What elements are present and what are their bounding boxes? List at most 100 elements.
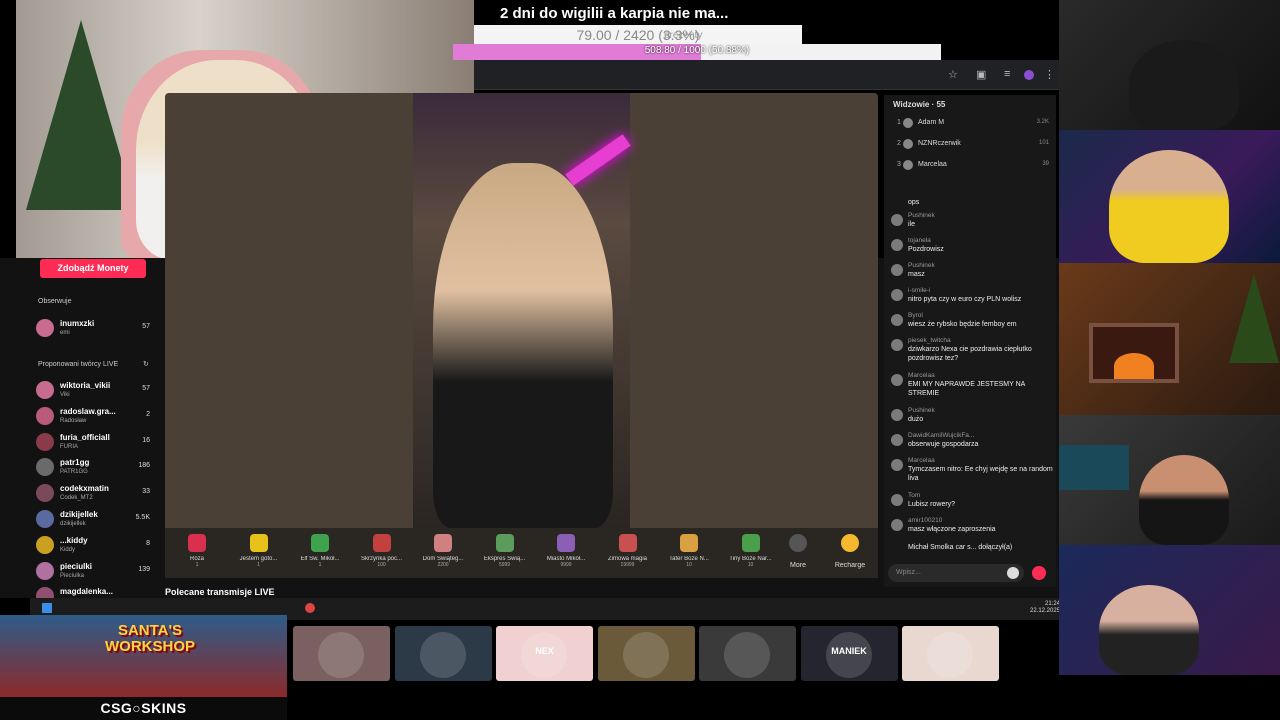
chat-text: ile [908,221,916,228]
gift-item[interactable]: Elf Św. Mikoł... 1 [292,532,348,576]
chat-username: piesek_twitcha [908,337,951,344]
viewer-item[interactable]: 2 NZNRczerwik 101 [897,137,1049,151]
avatar [891,264,903,276]
bottom-cam-tile[interactable] [293,626,390,681]
chat-text: dziwkarzo Nexa cie pozdrawia ciepłutko p… [908,346,1032,362]
bottom-cam-tile[interactable] [394,626,492,681]
avatar [891,409,903,421]
suggested-item[interactable]: codekxmatin Codek_MT2 33 [36,482,156,506]
gift-icon [557,534,575,552]
star-icon[interactable]: ☆ [948,68,958,81]
gift-item[interactable]: Róża 1 [169,532,225,576]
recharge-button[interactable]: Recharge [822,532,878,576]
viewer-score: 101 [1038,140,1049,146]
chrome-icon[interactable] [305,603,315,613]
gift-item[interactable]: Zimowa magia 19999 [600,532,656,576]
suggested-item[interactable]: ...kiddy Kiddy 8 [36,534,156,558]
chat-username: Byrol [908,312,923,319]
gift-icon [311,534,329,552]
chat-text: dużo [908,416,924,423]
avatar [891,434,903,446]
goal-progress-bar: 508.80 / 1000 (50.88%) [453,44,941,60]
playlist-icon[interactable]: ≡ [1004,68,1010,80]
suggested-item[interactable]: radoslaw.gra... Radosław 2 [36,405,156,429]
chat-input[interactable]: Wpisz... [888,564,1024,582]
bottom-cam-tile[interactable] [699,626,796,681]
suggested-name: patr1gg [60,458,90,468]
get-coins-button[interactable]: Zdobądź Monety [40,259,146,278]
viewer-count: 2 [146,410,150,418]
gift-item[interactable]: Dom Świąteg... 2200 [415,532,471,576]
gift-item[interactable]: Skrzynka poc... 100 [354,532,410,576]
refresh-icon[interactable]: ↻ [143,360,149,368]
taskbar-clock: 21:24 22.12.2025 [1030,601,1060,615]
suggested-sub: Radosław [60,417,87,424]
suggested-item[interactable]: furia_officiall FURIA 16 [36,431,156,455]
avatar [36,510,54,528]
gift-heart-icon[interactable] [1032,566,1046,580]
emoji-icon[interactable] [1007,567,1019,579]
menu-icon[interactable]: ⋮ [1044,68,1055,81]
suggested-item[interactable]: pieciulki Pieciulka 139 [36,560,156,584]
profile-icon[interactable] [1024,70,1034,80]
chat-username: Pushinek [908,407,935,414]
viewer-item[interactable]: 1 Adam M 3.2K [897,116,1049,130]
coin-icon [841,534,859,552]
cam-avatar [724,632,770,678]
avatar [891,289,903,301]
right-cam-1 [1059,0,1280,130]
gift-item[interactable]: Ekspres Świą... 5999 [477,532,533,576]
suggested-item[interactable]: patr1gg PATR1GG 186 [36,456,156,480]
bottom-cam-tile[interactable]: NEX [496,626,593,681]
taskbar-date: 22.12.2025 [1030,608,1061,614]
bottom-cam-tile[interactable] [597,626,695,681]
gift-item[interactable]: Jestem goto... 1 [231,532,287,576]
fire [1114,353,1154,379]
chat-username: Pushinek [908,212,935,219]
gift-icon [188,534,206,552]
suggested-sub: Pieciulka [60,572,85,579]
avatar [891,339,903,351]
neon-light [565,134,631,186]
gift-item[interactable]: Miasto Mikoł... 9999 [538,532,594,576]
chat-username: tojanela [908,237,931,244]
person-figure [1139,455,1229,545]
chat-text: obserwuje gospodarza [908,441,979,448]
bottom-cam-tile[interactable] [902,626,999,681]
bottom-cam-tile[interactable]: MANIEK [800,626,898,681]
followed-item[interactable]: inumxzki emi 57 [36,317,156,341]
chat-text: nitro pyta czy w euro czy PLN wolisz [908,296,1022,303]
chat-username: Marcelaa [908,457,935,464]
viewer-item[interactable]: 3 Marcelaa 39 [897,158,1049,172]
gift-icon [618,534,637,552]
chat-username: amir100210 [908,517,943,524]
chat-username: Marcelaa [908,372,935,379]
viewer-name: NZNRczerwik [918,140,961,147]
avatar [36,406,54,425]
suggested-name: codekxmatin [60,484,109,494]
avatar [891,314,903,326]
suggested-item[interactable]: wiktoria_vikii Viki 57 [36,379,156,403]
windows-start-icon[interactable] [42,603,52,613]
right-cam-3 [1059,263,1280,415]
gift-item[interactable]: Tater Boże N... 10 [661,532,717,576]
suggested-name: magdalenka... [60,587,113,597]
avatar [891,519,903,531]
suggested-sub: Kiddy [60,546,76,553]
suggested-label: Proponowani twórcy LIVE [38,361,119,368]
extension-icon[interactable]: ▣ [976,68,986,81]
sponsor-brand: CSG○SKINS [0,697,287,720]
donation-goal: 79.00 / 2420 (3.3%) prezenty [474,25,802,45]
gift-icon [680,534,698,552]
suggested-name: dzikijellek [60,510,98,519]
viewers-title: Widzowie · 55 [893,100,946,109]
viewer-count: 57 [142,323,150,330]
recommended-label: Polecane transmisje LIVE [165,587,275,597]
suggested-sub: dzikijellek [60,521,86,527]
more-gifts-button[interactable]: More [770,532,826,576]
suggested-sub: Codek_MT2 [60,495,93,502]
gift-price: 2200 [437,562,449,568]
suggested-item[interactable]: dzikijellek dzikijellek 5.5K [36,508,156,532]
viewer-score: 39 [1042,161,1049,167]
gift-icon [434,534,452,552]
